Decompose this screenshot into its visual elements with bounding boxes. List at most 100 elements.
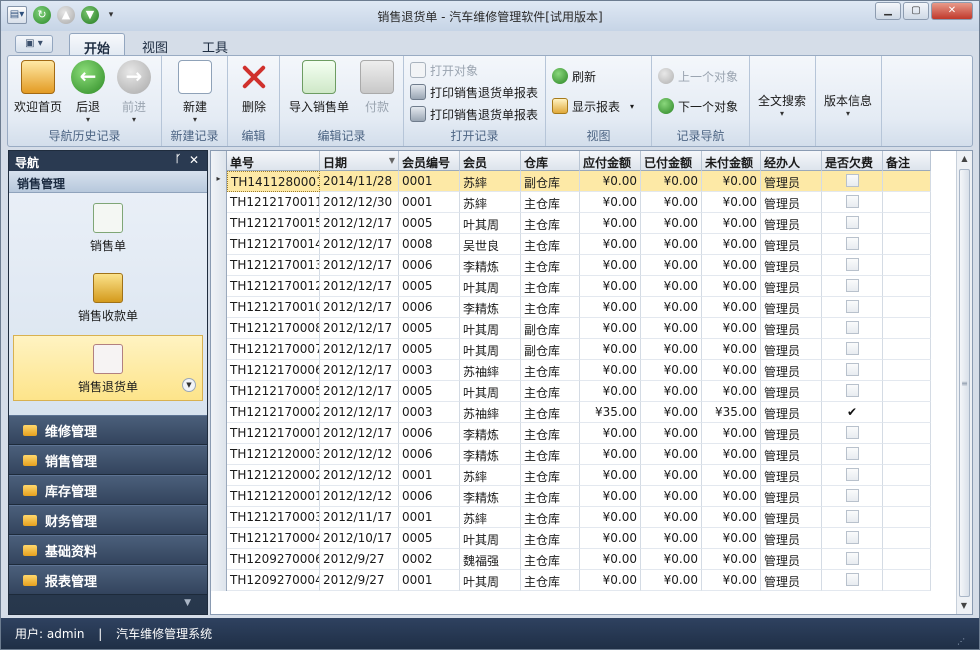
row-indicator[interactable] bbox=[211, 318, 227, 339]
table-row[interactable]: TH1212170003 2012/11/17 0001 苏繂 主仓库 ¥0.00 ¥0.0… bbox=[211, 507, 931, 528]
table-row[interactable]: TH1212170006 2012/12/17 0003 苏䄂繂 主仓库 ¥0.00 ¥0.… bbox=[211, 360, 931, 381]
table-row[interactable]: TH1209270004 2012/9/27 0001 叶其周 主仓库 ¥0.00 ¥0.0… bbox=[211, 570, 931, 591]
nav-item-sales-order[interactable]: 销售单 bbox=[13, 195, 203, 261]
table-row[interactable]: TH1212170015 2012/12/17 0005 叶其周 主仓库 ¥0.00 ¥0.… bbox=[211, 213, 931, 234]
table-row[interactable]: TH1212170011 2012/12/30 0001 苏繂 主仓库 ¥0.00 ¥0.0… bbox=[211, 192, 931, 213]
show-report-button[interactable]: 显示报表 ▾ bbox=[552, 96, 634, 116]
table-row[interactable]: TH1212170014 2012/12/17 0008 吴世良 主仓库 ¥0.00 ¥0.… bbox=[211, 234, 931, 255]
resize-grip-icon[interactable]: ⋰ bbox=[957, 637, 965, 646]
column-header[interactable]: 是否欠费 bbox=[822, 151, 883, 171]
close-nav-icon[interactable]: ✕ bbox=[189, 153, 199, 167]
arrears-checkbox-cell[interactable] bbox=[822, 318, 883, 339]
minimize-icon[interactable]: ▁ bbox=[875, 2, 901, 20]
table-row[interactable]: TH1212170010 2012/12/17 0006 李精炼 主仓库 ¥0.00 ¥0.… bbox=[211, 297, 931, 318]
arrears-checkbox-cell[interactable] bbox=[822, 570, 883, 591]
arrears-checkbox-cell[interactable] bbox=[822, 213, 883, 234]
pin-icon[interactable]: ᚴ bbox=[175, 154, 181, 165]
row-indicator[interactable] bbox=[211, 486, 227, 507]
row-indicator[interactable] bbox=[211, 234, 227, 255]
arrears-checkbox-cell[interactable] bbox=[822, 171, 883, 192]
table-row[interactable]: TH1212170005 2012/12/17 0005 叶其周 主仓库 ¥0.00 ¥0.… bbox=[211, 381, 931, 402]
row-indicator[interactable] bbox=[211, 339, 227, 360]
refresh-button[interactable]: 刷新 bbox=[552, 66, 596, 86]
print-return-report-button-1[interactable]: 打印销售退货单报表 bbox=[410, 82, 538, 102]
checkbox[interactable] bbox=[845, 468, 859, 481]
table-row[interactable]: TH1212120002 2012/12/12 0001 苏繂 主仓库 ¥0.00 ¥0.0… bbox=[211, 465, 931, 486]
table-row[interactable]: TH1212170007 2012/12/17 0005 叶其周 副仓库 ¥0.00 ¥0.… bbox=[211, 339, 931, 360]
nav-group-reports[interactable]: 报表管理 bbox=[9, 565, 207, 595]
nav-overflow-icon[interactable]: ▼ bbox=[9, 594, 207, 614]
column-header[interactable]: 备注 bbox=[883, 151, 931, 171]
checkbox[interactable] bbox=[845, 552, 859, 565]
checkbox[interactable] bbox=[845, 321, 859, 334]
checkbox[interactable] bbox=[845, 195, 859, 208]
checkbox[interactable] bbox=[845, 489, 859, 502]
nav-group-finance[interactable]: 财务管理 bbox=[9, 505, 207, 535]
row-indicator[interactable] bbox=[211, 276, 227, 297]
checkbox[interactable] bbox=[845, 258, 859, 271]
column-header[interactable]: 未付金额 bbox=[702, 151, 761, 171]
nav-group-repair[interactable]: 维修管理 bbox=[9, 415, 207, 445]
forward-button[interactable]: → 前进 ▾ bbox=[110, 58, 158, 126]
new-button[interactable]: 新建 ▾ bbox=[167, 58, 223, 126]
sort-desc-icon[interactable]: ▼ bbox=[389, 156, 395, 165]
row-indicator[interactable] bbox=[211, 507, 227, 528]
version-info-button[interactable]: 版本信息 ▾ bbox=[820, 92, 876, 122]
row-indicator[interactable] bbox=[211, 192, 227, 213]
checkbox[interactable] bbox=[845, 216, 859, 229]
column-header[interactable]: 会员 bbox=[460, 151, 521, 171]
arrears-checkbox-cell[interactable] bbox=[822, 507, 883, 528]
fulltext-search-button[interactable]: 全文搜索 ▾ bbox=[754, 92, 810, 122]
row-indicator[interactable] bbox=[211, 444, 227, 465]
checkbox[interactable] bbox=[845, 573, 859, 586]
show-report-dropdown-icon[interactable]: ▾ bbox=[630, 102, 634, 111]
nav-item-sales-receipt[interactable]: 销售收款单 bbox=[13, 265, 203, 331]
table-row[interactable]: TH1212170001 2012/12/17 0006 李精炼 主仓库 ¥0.00 ¥0.… bbox=[211, 423, 931, 444]
vertical-scrollbar[interactable]: ▲ ≡ ▼ bbox=[956, 151, 972, 614]
maximize-icon[interactable]: ▢ bbox=[903, 2, 929, 20]
checkbox[interactable] bbox=[845, 342, 859, 355]
arrears-checkbox-cell[interactable] bbox=[822, 486, 883, 507]
checkbox[interactable] bbox=[845, 300, 859, 313]
back-dropdown-icon[interactable]: ▾ bbox=[64, 115, 112, 125]
checkbox[interactable] bbox=[845, 279, 859, 292]
column-header[interactable]: 经办人 bbox=[761, 151, 822, 171]
scroll-thumb[interactable]: ≡ bbox=[959, 169, 970, 597]
table-row[interactable]: ▸ TH1411280001 2014/11/28 0001 苏繂 副仓库 ¥0.00 ¥0.… bbox=[211, 171, 931, 192]
row-indicator[interactable] bbox=[211, 213, 227, 234]
arrears-checkbox-cell[interactable] bbox=[822, 234, 883, 255]
table-row[interactable]: TH1209270006 2012/9/27 0002 魏福强 主仓库 ¥0.00 ¥0.0… bbox=[211, 549, 931, 570]
row-indicator[interactable] bbox=[211, 360, 227, 381]
checkbox[interactable] bbox=[845, 174, 859, 187]
checkbox[interactable] bbox=[845, 510, 859, 523]
back-button[interactable]: ← 后退 ▾ bbox=[64, 58, 112, 126]
tab-start[interactable]: 开始 bbox=[69, 33, 125, 57]
column-header[interactable]: 仓库 bbox=[521, 151, 580, 171]
tab-view[interactable]: 视图 bbox=[129, 33, 181, 56]
column-header[interactable]: 已付金额 bbox=[641, 151, 702, 171]
column-header[interactable]: 应付金额 bbox=[580, 151, 641, 171]
import-sales-button[interactable]: 导入销售单 bbox=[284, 58, 354, 126]
row-indicator[interactable] bbox=[211, 423, 227, 444]
arrears-checkbox-cell[interactable] bbox=[822, 423, 883, 444]
arrears-checkbox-cell[interactable] bbox=[822, 276, 883, 297]
arrears-checkbox-cell[interactable] bbox=[822, 339, 883, 360]
row-indicator[interactable] bbox=[211, 465, 227, 486]
delete-button[interactable]: 删除 bbox=[226, 58, 282, 126]
row-indicator[interactable] bbox=[211, 381, 227, 402]
row-indicator[interactable] bbox=[211, 297, 227, 318]
arrears-checkbox-cell[interactable] bbox=[822, 360, 883, 381]
version-dropdown-icon[interactable]: ▾ bbox=[820, 109, 876, 119]
row-indicator[interactable] bbox=[211, 255, 227, 276]
close-icon[interactable]: ✕ bbox=[931, 2, 973, 20]
table-row[interactable]: TH1212170008 2012/12/17 0005 叶其周 副仓库 ¥0.00 ¥0.… bbox=[211, 318, 931, 339]
arrears-checkbox-cell[interactable] bbox=[822, 549, 883, 570]
arrears-checkbox-cell[interactable]: ✔ bbox=[822, 402, 883, 423]
nav-item-sales-return[interactable]: 销售退货单 ▼ bbox=[13, 335, 203, 401]
chevron-down-icon[interactable]: ▼ bbox=[182, 378, 196, 392]
checkbox[interactable] bbox=[845, 237, 859, 250]
scroll-up-icon[interactable]: ▲ bbox=[957, 151, 972, 167]
pay-button[interactable]: 付款 bbox=[352, 58, 402, 126]
new-dropdown-icon[interactable]: ▾ bbox=[167, 115, 223, 125]
row-indicator[interactable] bbox=[211, 528, 227, 549]
